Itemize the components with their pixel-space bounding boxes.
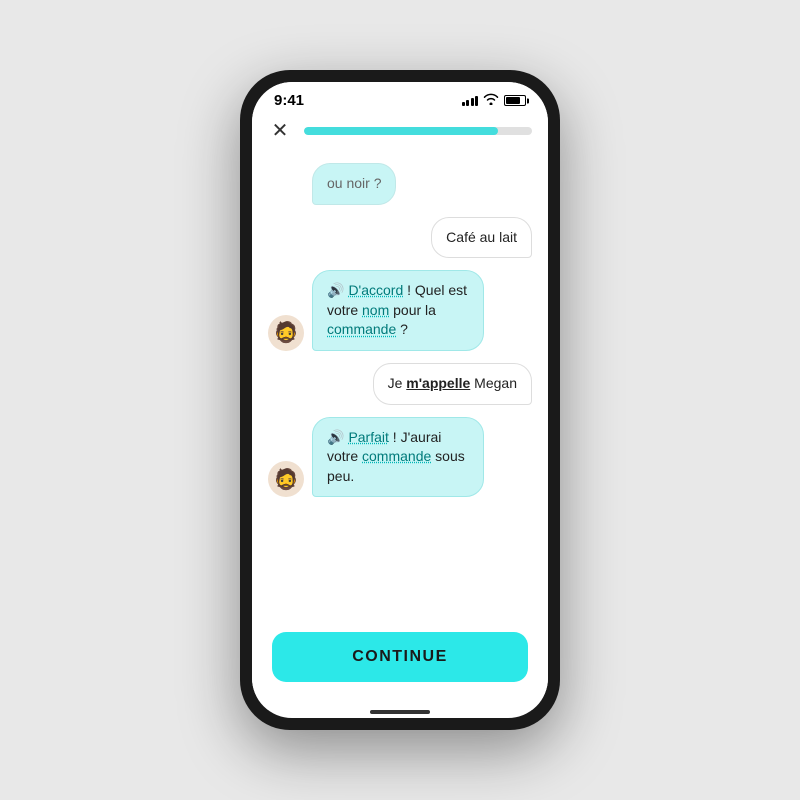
chat-bubble-right: Je m'appelle Megan [373, 363, 532, 405]
message-row: Café au lait [268, 217, 532, 259]
phone-frame: 9:41 [240, 70, 560, 730]
status-icons [462, 93, 527, 108]
status-bar: 9:41 [252, 82, 548, 113]
message-row: 🧔 🔊D'accord ! Quel est votre nom pour la… [268, 270, 532, 351]
dashed-word: nom [362, 302, 389, 318]
speaker-icon: 🔊 [327, 429, 344, 445]
highlighted-word: m'appelle [406, 375, 470, 391]
dashed-word: commande [362, 448, 431, 464]
chat-bubble-left: ou noir ? [312, 163, 396, 205]
avatar: 🧔 [268, 461, 304, 497]
dashed-word: commande [327, 321, 396, 337]
dashed-word: D'accord [348, 282, 403, 298]
progress-fill [304, 127, 498, 135]
message-row: 🧔 🔊Parfait ! J'aurai votre commande sous… [268, 417, 532, 498]
continue-area: CONTINUE [252, 616, 548, 710]
status-time: 9:41 [274, 92, 304, 109]
chat-area: ou noir ? Café au lait 🧔 🔊D'accord ! Que… [252, 153, 548, 616]
home-indicator [370, 710, 430, 714]
speaker-icon: 🔊 [327, 282, 344, 298]
bubble-text: pour la [389, 302, 436, 318]
chat-bubble-left: 🔊Parfait ! J'aurai votre commande sous p… [312, 417, 484, 498]
chat-bubble-right: Café au lait [431, 217, 532, 259]
chat-bubble-left: 🔊D'accord ! Quel est votre nom pour la c… [312, 270, 484, 351]
dashed-word: Parfait [348, 429, 388, 445]
bubble-text: Megan [470, 375, 517, 391]
close-button[interactable]: ✕ [268, 119, 292, 143]
wifi-icon [483, 93, 499, 108]
battery-icon [504, 95, 526, 106]
continue-button[interactable]: CONTINUE [272, 632, 528, 682]
close-icon: ✕ [272, 121, 289, 141]
top-nav: ✕ [252, 113, 548, 153]
bubble-text: Je [388, 375, 407, 391]
phone-screen: 9:41 [252, 82, 548, 718]
bubble-text: ? [396, 321, 408, 337]
message-row: ou noir ? [268, 163, 532, 205]
message-row: Je m'appelle Megan [268, 363, 532, 405]
progress-bar [304, 127, 532, 135]
signal-icon [462, 96, 479, 106]
avatar: 🧔 [268, 315, 304, 351]
